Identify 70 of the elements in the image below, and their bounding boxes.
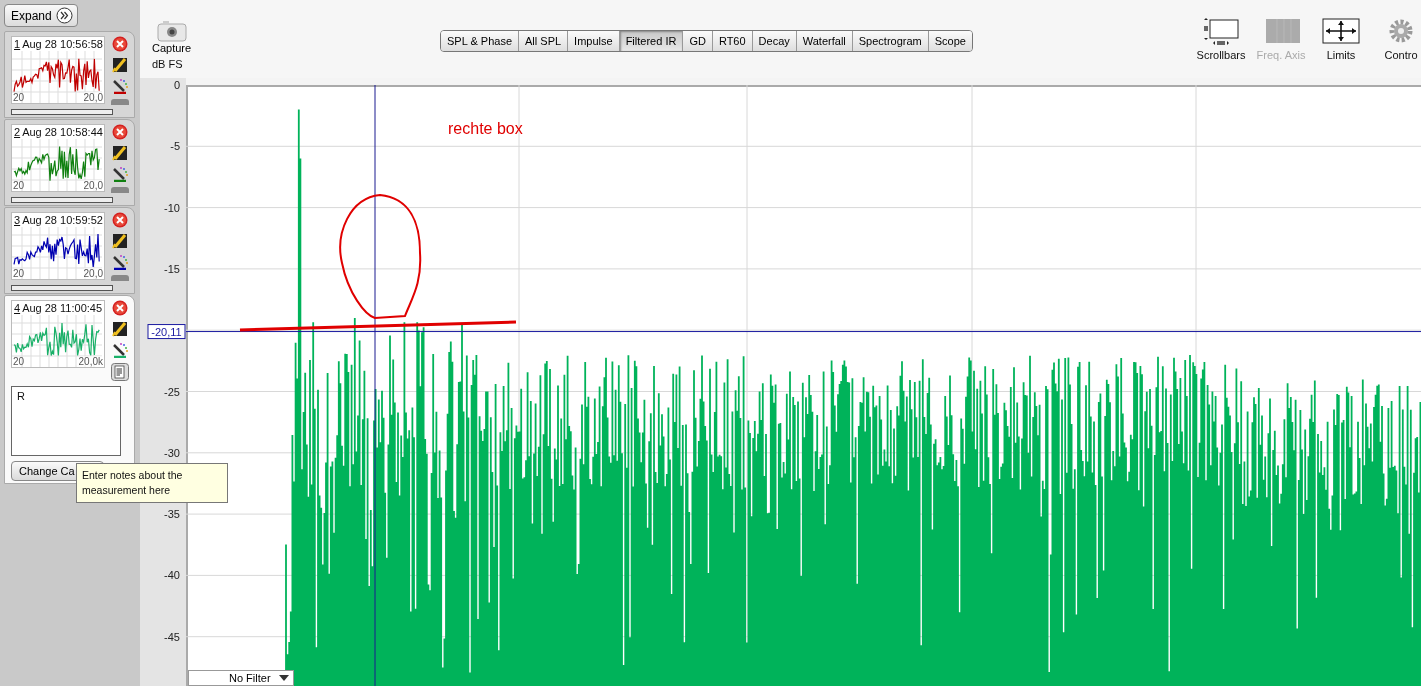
camera-icon bbox=[156, 20, 187, 42]
close-icon[interactable] bbox=[112, 212, 128, 228]
close-icon[interactable] bbox=[112, 124, 128, 140]
view-tab[interactable]: All SPL bbox=[519, 31, 569, 51]
card-tab bbox=[111, 275, 129, 281]
view-tab[interactable]: Filtered IR bbox=[619, 31, 684, 51]
filter-dropdown[interactable]: No Filter bbox=[188, 670, 294, 686]
axis-tick-label: -30 bbox=[164, 446, 180, 459]
measurement-date: Aug 28 11:00:45 bbox=[22, 302, 103, 314]
measurement-date: Aug 28 10:58:44 bbox=[22, 126, 103, 138]
axis-tick-label: -25 bbox=[164, 385, 180, 398]
scrollbars-icon bbox=[1201, 18, 1241, 46]
card-tab bbox=[111, 187, 129, 193]
axis-tick-label: -35 bbox=[164, 508, 180, 521]
move-arrows-icon bbox=[1321, 18, 1361, 46]
double-chevron-icon bbox=[55, 7, 73, 24]
cursor-readout: -20,11 bbox=[147, 324, 186, 340]
axis-label: 20 bbox=[13, 356, 25, 367]
view-tab[interactable]: Scope bbox=[928, 31, 972, 51]
color-pencil-icon[interactable] bbox=[112, 254, 128, 270]
axis-label: 20,0k bbox=[78, 356, 103, 367]
view-tab[interactable]: Impulse bbox=[568, 31, 620, 51]
view-tab[interactable]: Decay bbox=[752, 31, 797, 51]
axis-label: 20,0 bbox=[83, 268, 103, 279]
color-pencil-icon[interactable] bbox=[112, 78, 128, 94]
color-pencil-icon[interactable] bbox=[112, 342, 128, 358]
toolbar-tool-button[interactable]: Scrollbars bbox=[1193, 18, 1249, 61]
view-tab[interactable]: GD bbox=[683, 31, 713, 51]
cursor-line[interactable] bbox=[185, 331, 1421, 333]
notes-icon[interactable] bbox=[111, 363, 129, 381]
card-tab bbox=[111, 99, 129, 105]
measurement-number: 3 bbox=[14, 214, 21, 226]
measurement-card[interactable]: 1 Aug 28 10:56:58 20 20,0 bbox=[4, 31, 135, 118]
axis-label: 20 bbox=[13, 180, 25, 191]
measurement-card[interactable]: 2 Aug 28 10:58:44 20 20,0 bbox=[4, 119, 135, 206]
axis-tick-label: -40 bbox=[164, 569, 180, 582]
toolbar-tool-button[interactable]: Limits bbox=[1313, 18, 1369, 61]
axis-unit-label: dB FS bbox=[152, 58, 183, 70]
color-pencil-icon[interactable] bbox=[112, 166, 128, 182]
expand-button[interactable]: Expand bbox=[4, 4, 78, 27]
view-tab[interactable]: Spectrogram bbox=[852, 31, 929, 51]
pencil-icon[interactable] bbox=[112, 145, 128, 161]
measurement-number: 4 bbox=[14, 302, 21, 314]
axis-label: 20,0 bbox=[83, 180, 103, 191]
close-icon[interactable] bbox=[112, 36, 128, 52]
pencil-icon[interactable] bbox=[112, 57, 128, 73]
capture-button[interactable]: Capture bbox=[152, 20, 192, 54]
axis-tick-label: -45 bbox=[164, 630, 180, 643]
measurement-number: 1 bbox=[14, 38, 21, 50]
axis-label: 20 bbox=[13, 268, 25, 279]
measurement-number: 2 bbox=[14, 126, 21, 138]
view-tab[interactable]: RT60 bbox=[712, 31, 753, 51]
axis-label: 20,0 bbox=[83, 92, 103, 103]
axis-tick-label: -15 bbox=[164, 262, 180, 275]
notes-field[interactable]: R bbox=[11, 386, 121, 456]
tooltip: Enter notes about the measurement here bbox=[76, 463, 228, 503]
view-tab[interactable]: SPL & Phase bbox=[441, 31, 520, 51]
measurement-date: Aug 28 10:56:58 bbox=[22, 38, 103, 50]
axis-label: 20 bbox=[13, 92, 25, 103]
pencil-icon[interactable] bbox=[112, 321, 128, 337]
toolbar-tool-button[interactable]: Contro bbox=[1373, 18, 1421, 61]
measurement-card[interactable]: 3 Aug 28 10:59:52 20 20,0 bbox=[4, 207, 135, 294]
pencil-icon[interactable] bbox=[112, 233, 128, 249]
axis-tick-label: -5 bbox=[170, 140, 180, 153]
measurement-date: Aug 28 10:59:52 bbox=[22, 214, 103, 226]
close-icon[interactable] bbox=[112, 300, 128, 316]
axis-tick-label: 0 bbox=[173, 79, 180, 91]
annotation-text: rechte box bbox=[448, 120, 523, 137]
axis-tick-label: -10 bbox=[164, 201, 180, 214]
view-tab[interactable]: Waterfall bbox=[796, 31, 853, 51]
